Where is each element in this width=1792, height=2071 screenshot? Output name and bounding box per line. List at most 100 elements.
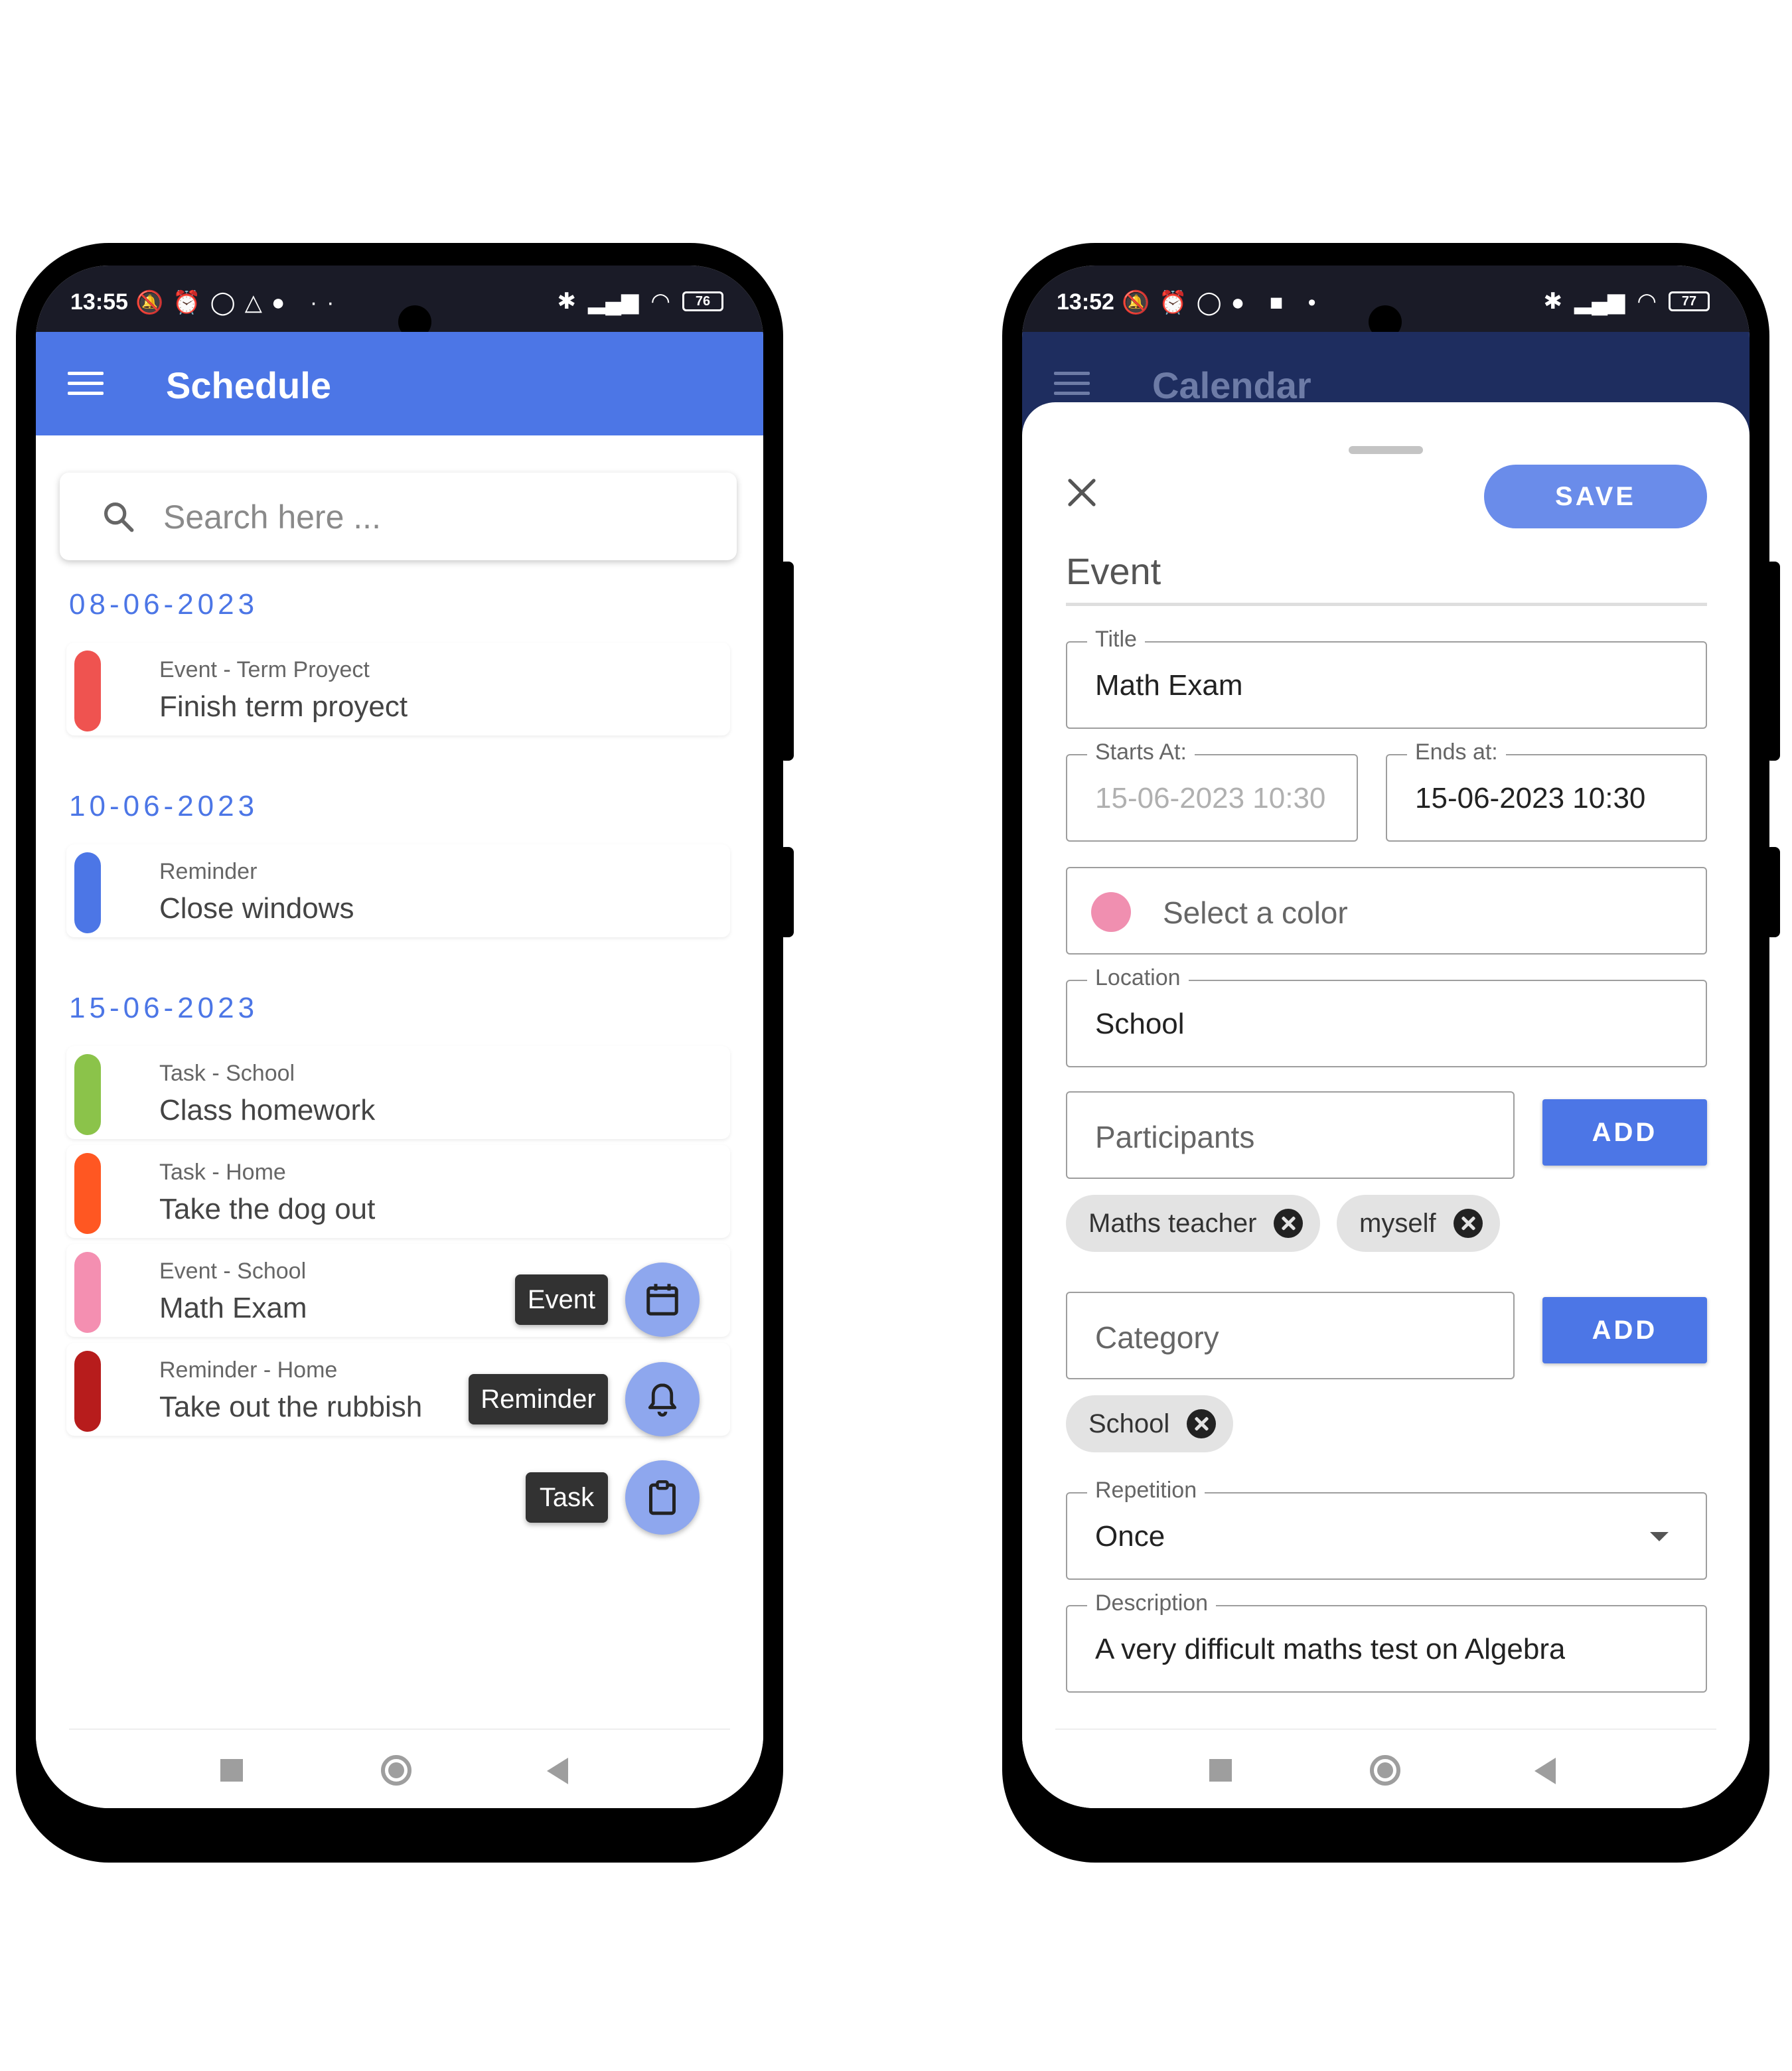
phone-left: 13:55 🔕⏰◯△● ·· ✱ ▂▄▆ ◠ 76 Schedule Searc…: [16, 243, 794, 1863]
field-placeholder: Category: [1095, 1320, 1219, 1355]
list-item[interactable]: Task - Home Take the dog out: [66, 1145, 730, 1238]
item-subtitle: Task - School: [159, 1061, 295, 1086]
page-title: Calendar: [1152, 364, 1311, 406]
divider: [1066, 603, 1707, 606]
status-time: 13:55: [70, 289, 128, 315]
item-subtitle: Event - Term Proyect: [159, 657, 370, 682]
power-button: [1765, 847, 1780, 937]
recents-icon[interactable]: [220, 1759, 243, 1782]
item-title: Take the dog out: [159, 1193, 376, 1225]
field-label: Description: [1087, 1590, 1217, 1616]
item-subtitle: Reminder: [159, 859, 258, 884]
field-value: School: [1095, 1008, 1185, 1040]
power-button: [779, 847, 794, 937]
event-editor-screen: 13:52 🔕⏰◯● ■ • ✱ ▂▄▆ ◠ 77 Calendar SAVE …: [1022, 266, 1750, 1808]
notification-icons: 🔕⏰◯● ■ •: [1122, 290, 1325, 315]
field-value: A very difficult maths test on Algebra: [1095, 1633, 1566, 1665]
add-participant-button[interactable]: ADD: [1542, 1099, 1707, 1166]
bottom-sheet: SAVE Event Title Math Exam Starts At: 15…: [1022, 402, 1750, 1808]
category-input[interactable]: Category: [1066, 1292, 1515, 1379]
field-label: Starts At:: [1087, 739, 1195, 765]
list-item[interactable]: Reminder Close windows: [66, 844, 730, 937]
participants-input[interactable]: Participants: [1066, 1091, 1515, 1179]
title-field[interactable]: Title Math Exam: [1066, 627, 1707, 729]
chip-label: School: [1088, 1409, 1170, 1438]
item-subtitle: Reminder - Home: [159, 1357, 338, 1383]
item-title: Class homework: [159, 1094, 376, 1126]
battery-icon: 76: [682, 291, 723, 311]
back-icon[interactable]: [547, 1758, 568, 1784]
save-button[interactable]: SAVE: [1484, 465, 1707, 528]
signal-icon: ▂▄▆: [1574, 289, 1625, 314]
field-value: 15-06-2023 10:30: [1095, 782, 1326, 814]
chevron-down-icon[interactable]: [1650, 1532, 1669, 1541]
color-bar: [74, 1153, 101, 1234]
ends-at-field[interactable]: Ends at: 15-06-2023 10:30: [1386, 739, 1707, 842]
location-field[interactable]: Location School: [1066, 965, 1707, 1067]
starts-at-field[interactable]: Starts At: 15-06-2023 10:30: [1066, 739, 1358, 842]
list-item[interactable]: Event - Term Proyect Finish term proyect: [66, 643, 730, 735]
participant-chip: Maths teacher: [1066, 1195, 1321, 1252]
item-subtitle: Task - Home: [159, 1160, 286, 1185]
search-bar[interactable]: Search here ...: [60, 473, 737, 560]
home-icon[interactable]: [1370, 1755, 1400, 1786]
status-time: 13:52: [1057, 289, 1114, 315]
wifi-icon: ◠: [650, 289, 670, 314]
phone-right: 13:52 🔕⏰◯● ■ • ✱ ▂▄▆ ◠ 77 Calendar SAVE …: [1002, 243, 1780, 1863]
home-icon[interactable]: [381, 1755, 411, 1786]
menu-icon: [1054, 372, 1090, 396]
item-title: Math Exam: [159, 1292, 307, 1324]
field-placeholder: Participants: [1095, 1120, 1255, 1154]
bluetooth-icon: ✱: [557, 289, 576, 314]
repetition-select[interactable]: Repetition Once: [1066, 1478, 1707, 1580]
item-subtitle: Event - School: [159, 1259, 307, 1284]
remove-chip-icon[interactable]: [1187, 1409, 1217, 1438]
description-field[interactable]: Description A very difficult maths test …: [1066, 1590, 1707, 1693]
color-bar: [74, 1054, 101, 1135]
date-header: 15-06-2023: [69, 992, 259, 1024]
bluetooth-icon: ✱: [1543, 289, 1562, 314]
bell-icon: [648, 1383, 677, 1417]
date-header: 10-06-2023: [69, 790, 259, 822]
field-value: Math Exam: [1095, 669, 1243, 702]
add-task-button[interactable]: [625, 1460, 700, 1535]
recents-icon[interactable]: [1209, 1759, 1232, 1782]
add-event-button[interactable]: [625, 1263, 700, 1337]
section-title: Event: [1066, 550, 1161, 592]
list-item[interactable]: Task - School Class homework: [66, 1046, 730, 1139]
field-label: Title: [1087, 627, 1145, 652]
search-input[interactable]: Search here ...: [163, 498, 381, 536]
volume-button: [1765, 562, 1780, 761]
notification-icons: 🔕⏰◯△● ··: [135, 290, 344, 315]
add-category-button[interactable]: ADD: [1542, 1297, 1707, 1363]
add-reminder-button[interactable]: [625, 1362, 700, 1436]
app-bar: Schedule: [36, 332, 763, 435]
chip-label: Maths teacher: [1088, 1208, 1257, 1238]
color-picker[interactable]: Select a color: [1066, 867, 1707, 955]
calendar-icon: [646, 1284, 678, 1316]
participant-chip: myself: [1337, 1195, 1500, 1252]
remove-chip-icon[interactable]: [1453, 1209, 1483, 1238]
color-bar: [74, 1252, 101, 1333]
category-chip: School: [1066, 1395, 1234, 1452]
navigation-bar: [1022, 1728, 1750, 1808]
back-icon[interactable]: [1534, 1758, 1556, 1784]
remove-chip-icon[interactable]: [1274, 1209, 1304, 1238]
navigation-bar: [36, 1728, 763, 1808]
page-title: Schedule: [166, 364, 331, 406]
date-header: 08-06-2023: [69, 588, 259, 621]
color-bar: [74, 1351, 101, 1432]
system-icons: ✱ ▂▄▆ ◠ 77: [1543, 288, 1710, 315]
signal-icon: ▂▄▆: [587, 289, 639, 314]
field-value: 15-06-2023 10:30: [1415, 782, 1646, 814]
color-bar: [74, 651, 101, 731]
schedule-screen: 13:55 🔕⏰◯△● ·· ✱ ▂▄▆ ◠ 76 Schedule Searc…: [36, 266, 763, 1808]
item-title: Finish term proyect: [159, 690, 408, 723]
field-value: Once: [1095, 1520, 1165, 1553]
drag-handle[interactable]: [1349, 446, 1423, 454]
battery-icon: 77: [1669, 291, 1710, 311]
menu-icon[interactable]: [68, 372, 104, 396]
color-bar: [74, 852, 101, 933]
close-icon[interactable]: [1066, 477, 1098, 508]
chip-label: myself: [1359, 1208, 1436, 1238]
